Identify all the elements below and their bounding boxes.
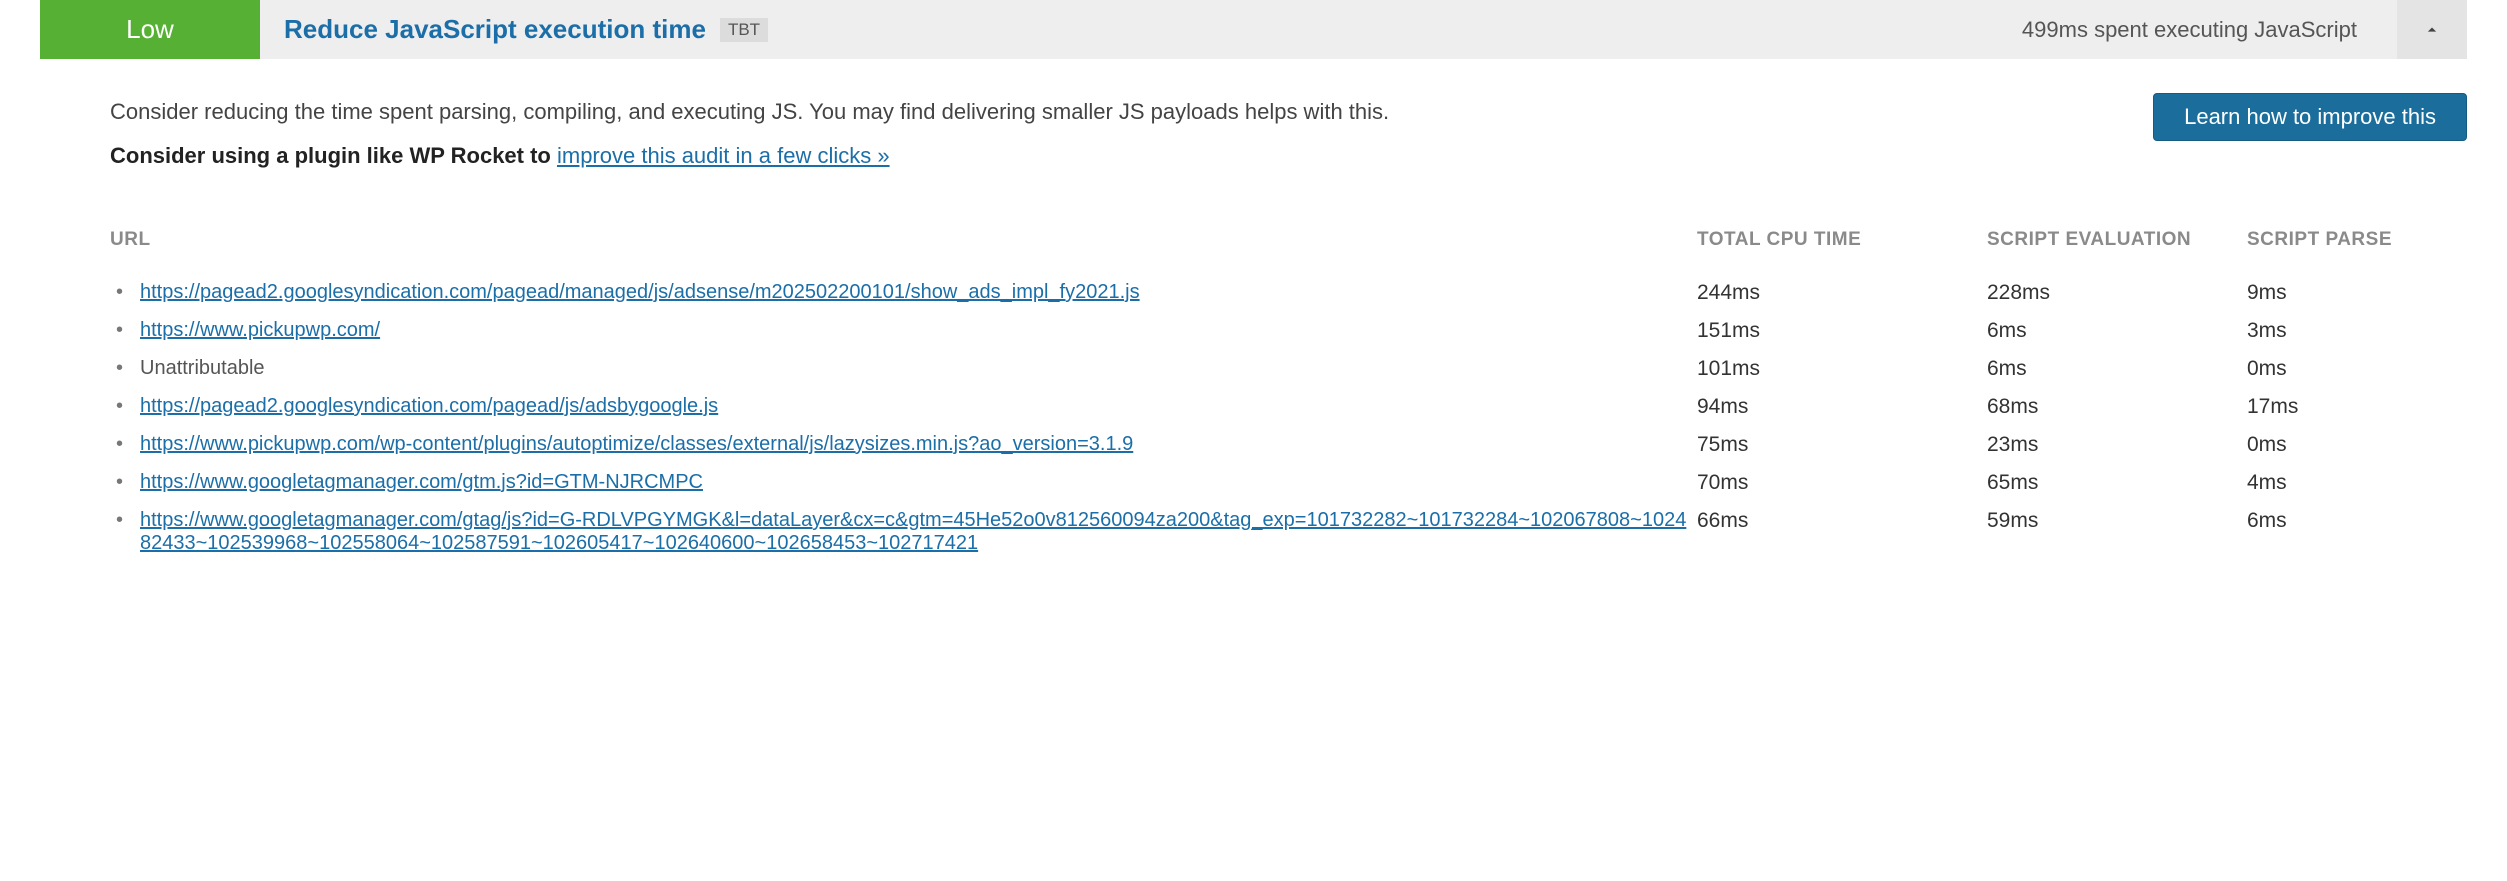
cpu-cell: 70ms (1697, 471, 1977, 495)
audit-body: Learn how to improve this Consider reduc… (40, 59, 2467, 579)
url-link[interactable]: https://www.pickupwp.com/wp-content/plug… (140, 433, 1133, 455)
url-cell: https://www.googletagmanager.com/gtm.js?… (110, 471, 1687, 494)
plugin-suggestion-prefix: Consider using a plugin like WP Rocket t… (110, 143, 557, 168)
table-row: https://pagead2.googlesyndication.com/pa… (110, 281, 2427, 305)
eval-cell: 59ms (1987, 509, 2237, 533)
table-body: https://pagead2.googlesyndication.com/pa… (110, 281, 2427, 555)
url-cell: Unattributable (110, 357, 1687, 380)
col-script-eval: SCRIPT EVALUATION (1987, 229, 2237, 251)
audit-description: Consider reducing the time spent parsing… (110, 99, 2427, 125)
col-script-parse: SCRIPT PARSE (2247, 229, 2427, 251)
parse-cell: 0ms (2247, 357, 2427, 381)
url-link[interactable]: https://www.pickupwp.com/ (140, 319, 380, 341)
eval-cell: 23ms (1987, 433, 2237, 457)
collapse-toggle[interactable] (2397, 0, 2467, 59)
eval-cell: 65ms (1987, 471, 2237, 495)
parse-cell: 3ms (2247, 319, 2427, 343)
url-cell: https://pagead2.googlesyndication.com/pa… (110, 395, 1687, 418)
cpu-cell: 244ms (1697, 281, 1977, 305)
cpu-cell: 151ms (1697, 319, 1977, 343)
col-total-cpu: TOTAL CPU TIME (1697, 229, 1977, 251)
severity-badge: Low (40, 0, 260, 59)
table-header-row: URL TOTAL CPU TIME SCRIPT EVALUATION SCR… (110, 229, 2427, 251)
audit-summary: 499ms spent executing JavaScript (2022, 0, 2397, 59)
url-cell: https://www.pickupwp.com/wp-content/plug… (110, 433, 1687, 456)
cpu-cell: 94ms (1697, 395, 1977, 419)
parse-cell: 9ms (2247, 281, 2427, 305)
eval-cell: 228ms (1987, 281, 2237, 305)
url-cell: https://www.googletagmanager.com/gtag/js… (110, 509, 1687, 555)
cpu-cell: 66ms (1697, 509, 1977, 533)
audit-title: Reduce JavaScript execution time (284, 14, 706, 45)
url-text: Unattributable (140, 357, 265, 379)
url-link[interactable]: https://www.googletagmanager.com/gtm.js?… (140, 471, 703, 493)
url-cell: https://www.pickupwp.com/ (110, 319, 1687, 342)
cpu-cell: 75ms (1697, 433, 1977, 457)
learn-how-button[interactable]: Learn how to improve this (2153, 93, 2467, 141)
audit-title-area: Reduce JavaScript execution time TBT (260, 0, 2022, 59)
url-link[interactable]: https://pagead2.googlesyndication.com/pa… (140, 395, 718, 417)
plugin-suggestion-link[interactable]: improve this audit in a few clicks » (557, 143, 890, 168)
col-url: URL (110, 229, 1687, 251)
parse-cell: 6ms (2247, 509, 2427, 533)
table-row: Unattributable 101ms 6ms 0ms (110, 357, 2427, 381)
eval-cell: 6ms (1987, 357, 2237, 381)
table-row: https://www.pickupwp.com/wp-content/plug… (110, 433, 2427, 457)
table-row: https://www.googletagmanager.com/gtm.js?… (110, 471, 2427, 495)
parse-cell: 0ms (2247, 433, 2427, 457)
eval-cell: 68ms (1987, 395, 2237, 419)
table-row: https://www.pickupwp.com/151ms 6ms 3ms (110, 319, 2427, 343)
eval-cell: 6ms (1987, 319, 2237, 343)
metric-badge: TBT (720, 18, 768, 42)
table-row: https://pagead2.googlesyndication.com/pa… (110, 395, 2427, 419)
audit-data-table: URL TOTAL CPU TIME SCRIPT EVALUATION SCR… (110, 229, 2427, 555)
table-row: https://www.googletagmanager.com/gtag/js… (110, 509, 2427, 555)
parse-cell: 4ms (2247, 471, 2427, 495)
url-cell: https://pagead2.googlesyndication.com/pa… (110, 281, 1687, 304)
chevron-up-icon (2422, 20, 2442, 40)
parse-cell: 17ms (2247, 395, 2427, 419)
plugin-suggestion: Consider using a plugin like WP Rocket t… (110, 143, 2427, 169)
audit-header: Low Reduce JavaScript execution time TBT… (40, 0, 2467, 59)
cpu-cell: 101ms (1697, 357, 1977, 381)
url-link[interactable]: https://pagead2.googlesyndication.com/pa… (140, 281, 1140, 303)
url-link[interactable]: https://www.googletagmanager.com/gtag/js… (140, 509, 1686, 554)
